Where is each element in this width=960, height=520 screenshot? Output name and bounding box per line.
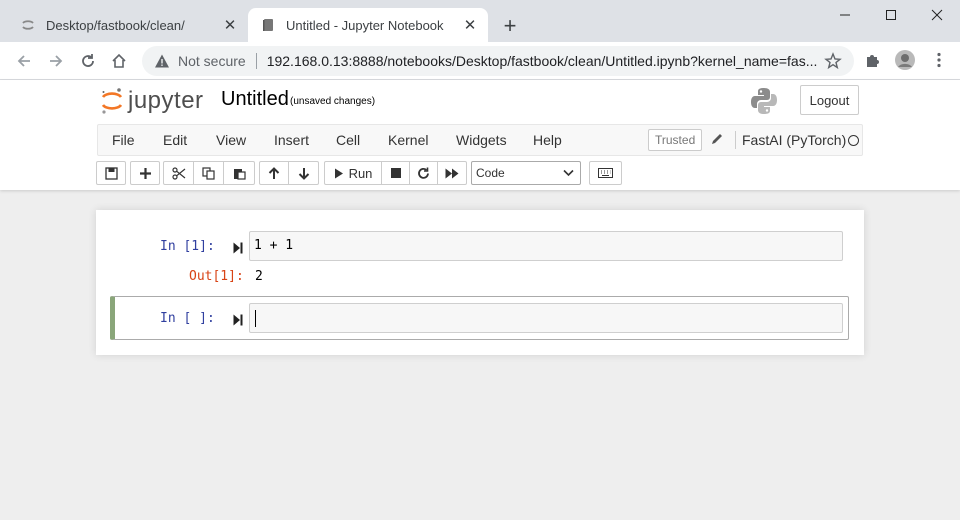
run-cell-icon[interactable]: [233, 313, 243, 331]
copy-icon: [202, 166, 215, 180]
move-group: [259, 161, 319, 185]
menu-widgets[interactable]: Widgets: [456, 132, 507, 148]
maximize-window-icon[interactable]: [868, 0, 914, 30]
minimize-window-icon[interactable]: [822, 0, 868, 30]
new-tab-button[interactable]: +: [498, 13, 522, 38]
jupyter-logo-icon: [101, 88, 123, 114]
paste-button[interactable]: [224, 162, 254, 184]
output-text: 2: [255, 269, 263, 284]
tab-title: Untitled - Jupyter Notebook: [286, 17, 444, 33]
address-bar[interactable]: Not secure 192.168.0.13:8888/notebooks/D…: [142, 46, 854, 76]
menu-cell[interactable]: Cell: [336, 132, 360, 148]
notebook-favicon-icon: [260, 17, 276, 33]
kernel-idle-indicator-icon: [848, 135, 859, 146]
text-cursor: [255, 310, 256, 327]
edit-group: [163, 161, 255, 185]
home-icon[interactable]: [107, 49, 131, 73]
interrupt-button[interactable]: [382, 162, 410, 184]
play-icon: [334, 168, 343, 178]
save-icon: [104, 166, 118, 180]
copy-button[interactable]: [194, 162, 224, 184]
cell-type-value: Code: [476, 166, 505, 180]
python-logo-icon: [749, 86, 779, 121]
notebook-menubar: File Edit View Insert Cell Kernel Widget…: [97, 124, 863, 156]
code-input[interactable]: 1 + 1: [249, 231, 843, 261]
keyboard-icon: [598, 168, 613, 178]
close-tab-icon[interactable]: ✕: [220, 15, 240, 35]
restart-icon: [418, 167, 429, 179]
browser-tab-notebook[interactable]: Untitled - Jupyter Notebook ✕: [248, 8, 488, 42]
stop-icon: [390, 168, 401, 178]
omnibox-divider: [255, 53, 257, 69]
save-button[interactable]: [97, 162, 125, 184]
output-prompt: Out[1]:: [189, 269, 244, 284]
logout-button[interactable]: Logout: [800, 85, 859, 115]
run-label: Run: [348, 165, 373, 181]
kernel-name[interactable]: FastAI (PyTorch): [742, 132, 846, 148]
input-prompt: In [1]:: [160, 239, 215, 254]
restart-run-all-button[interactable]: [438, 162, 466, 184]
input-prompt: In [ ]:: [160, 311, 215, 326]
browser-tab-directory[interactable]: Desktop/fastbook/clean/ ✕: [8, 8, 248, 42]
menu-edit[interactable]: Edit: [163, 132, 187, 148]
cut-button[interactable]: [164, 162, 194, 184]
profile-avatar[interactable]: [894, 49, 916, 76]
arrow-down-icon: [298, 167, 309, 180]
run-cell-icon[interactable]: [233, 241, 243, 259]
arrow-up-icon: [268, 166, 280, 179]
save-group: [96, 161, 126, 185]
back-arrow-icon[interactable]: [12, 49, 36, 73]
fast-forward-icon: [445, 168, 459, 178]
menu-kernel[interactable]: Kernel: [388, 132, 428, 148]
cell-type-select[interactable]: Code: [471, 161, 581, 185]
browser-menu-icon[interactable]: [930, 51, 948, 74]
command-palette-group: [589, 161, 622, 185]
menu-view[interactable]: View: [216, 132, 246, 148]
menu-insert[interactable]: Insert: [274, 132, 309, 148]
save-status: (unsaved changes): [290, 96, 376, 107]
move-up-button[interactable]: [260, 162, 289, 184]
paste-icon: [233, 168, 246, 180]
url-text[interactable]: 192.168.0.13:8888/notebooks/Desktop/fast…: [267, 53, 827, 69]
restart-button[interactable]: [410, 162, 438, 184]
security-label[interactable]: Not secure: [178, 53, 246, 69]
kernel-divider: [735, 131, 736, 149]
warning-icon[interactable]: [154, 53, 170, 69]
tab-title: Desktop/fastbook/clean/: [46, 17, 185, 33]
close-window-icon[interactable]: [914, 0, 960, 30]
reload-icon[interactable]: [76, 49, 100, 73]
scissors-icon: [171, 166, 185, 180]
run-button[interactable]: Run: [325, 162, 382, 184]
close-tab-icon[interactable]: ✕: [460, 15, 480, 35]
browser-toolbar: Not secure 192.168.0.13:8888/notebooks/D…: [0, 42, 960, 80]
browser-tab-strip: Desktop/fastbook/clean/ ✕ Untitled - Jup…: [0, 0, 960, 42]
code-text: 1 + 1: [254, 238, 294, 253]
command-palette-button[interactable]: [590, 162, 621, 184]
menu-file[interactable]: File: [112, 132, 135, 148]
notebook-container: In [1]: 1 + 1 Out[1]: 2 In [ ]:: [96, 210, 864, 355]
insert-group: [130, 161, 160, 185]
insert-cell-button[interactable]: [131, 162, 159, 184]
run-group: Run: [324, 161, 467, 185]
plus-icon: [139, 167, 151, 179]
jupyter-wordmark: jupyter: [128, 87, 204, 114]
move-down-button[interactable]: [289, 162, 318, 184]
jupyter-favicon-icon: [20, 17, 36, 33]
menu-help[interactable]: Help: [533, 132, 562, 148]
forward-arrow-icon[interactable]: [44, 49, 68, 73]
extensions-puzzle-icon[interactable]: [864, 51, 882, 74]
jupyter-logo[interactable]: jupyter: [100, 86, 204, 116]
pencil-edit-icon[interactable]: [710, 132, 724, 151]
code-input-active[interactable]: [249, 303, 843, 333]
trusted-indicator[interactable]: Trusted: [648, 129, 703, 151]
bookmark-star-icon[interactable]: [824, 52, 842, 73]
notebook-title[interactable]: Untitled: [221, 88, 289, 111]
chevron-down-icon: [563, 167, 574, 181]
